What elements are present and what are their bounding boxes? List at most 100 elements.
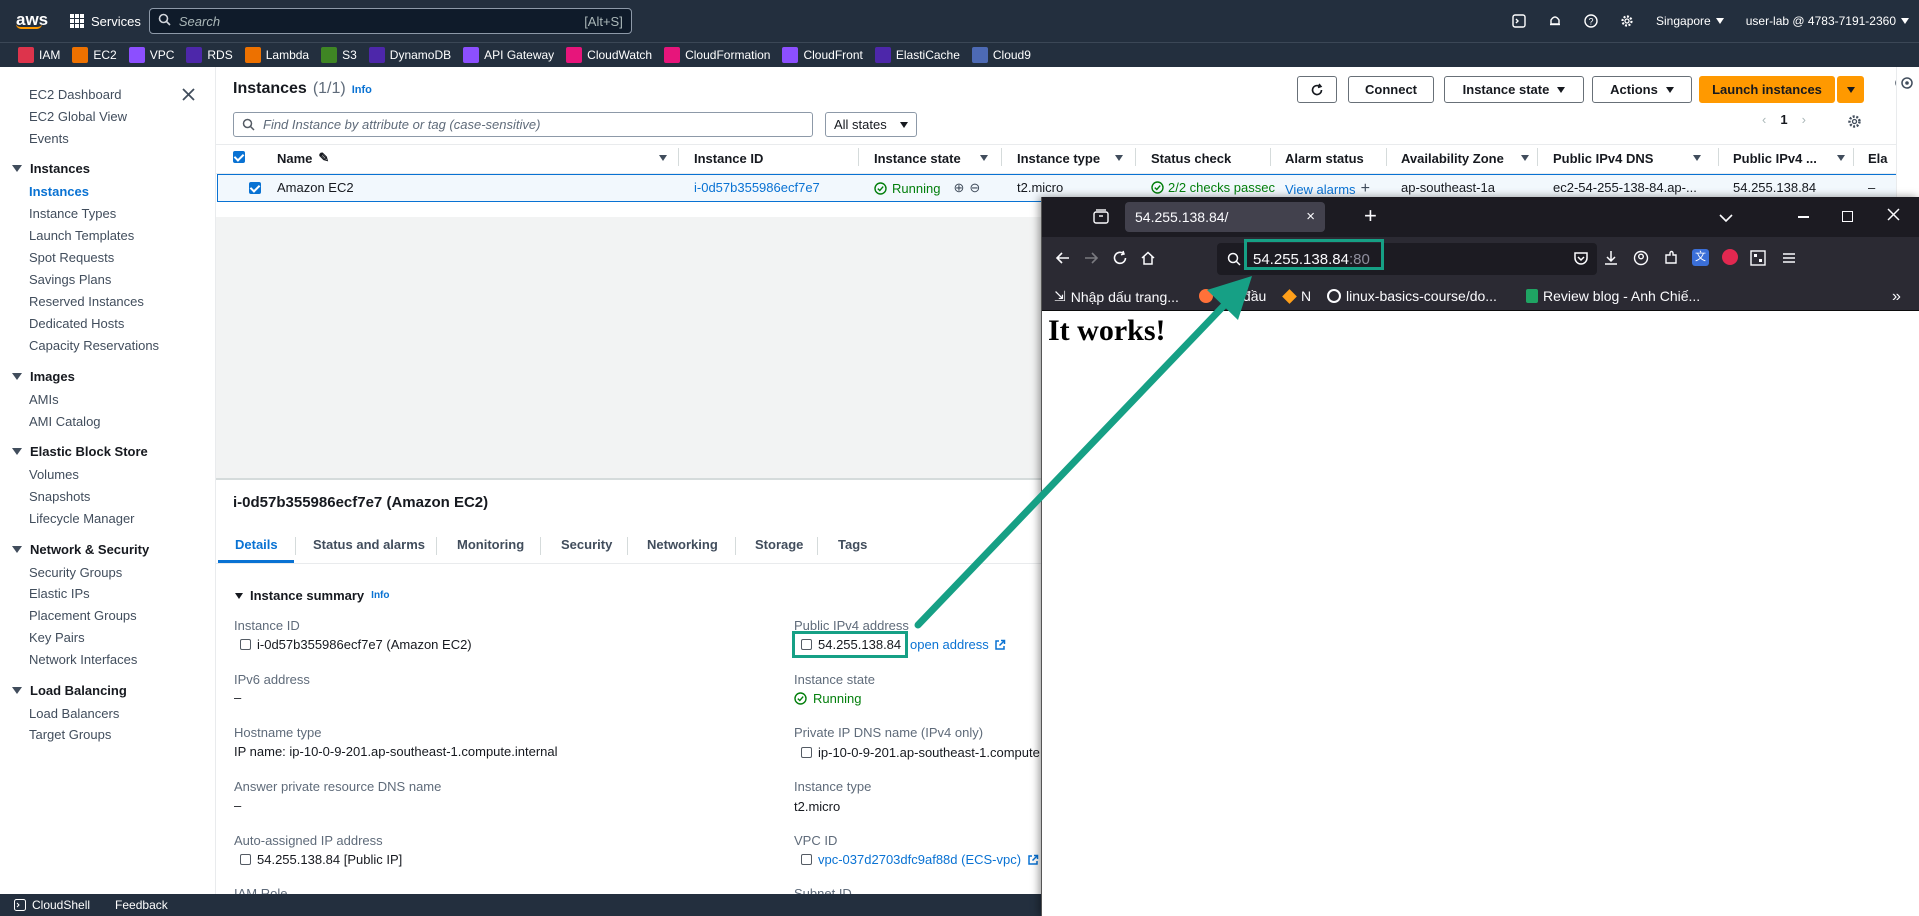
help-panel-icon[interactable] (1900, 76, 1914, 93)
tab-details[interactable]: Details (235, 537, 278, 552)
select-all-checkbox[interactable] (233, 151, 245, 163)
table-preferences-gear-icon[interactable] (1847, 114, 1862, 132)
tab-status-and-alarms[interactable]: Status and alarms (313, 537, 425, 552)
favorite-lambda[interactable]: Lambda (244, 47, 309, 63)
launch-instances-button[interactable]: Launch instances (1699, 76, 1835, 103)
account-menu[interactable]: user-lab @ 4783-7191-2360 (1746, 14, 1909, 28)
help-icon[interactable]: ? (1584, 14, 1598, 28)
sidebar-section-elastic-block-store[interactable]: Elastic Block Store (12, 444, 148, 459)
tab-storage[interactable]: Storage (755, 537, 803, 552)
sidebar-item-launch-templates[interactable]: Launch Templates (29, 228, 134, 243)
aws-logo[interactable]: aws (16, 11, 48, 29)
copy-icon[interactable] (798, 747, 812, 760)
downloads-icon[interactable] (1603, 250, 1619, 269)
home-icon[interactable] (1140, 250, 1156, 269)
close-window-icon[interactable] (1887, 208, 1900, 224)
column-header-status-check[interactable]: Status check (1151, 146, 1231, 170)
bookmark-getting-started[interactable]: Bắt đầu (1199, 288, 1266, 304)
favorite-cloudwatch[interactable]: CloudWatch (566, 47, 652, 63)
favorite-rds[interactable]: RDS (186, 47, 233, 63)
copy-icon[interactable] (237, 854, 251, 867)
favorite-iam[interactable]: IAM (18, 47, 60, 63)
feedback-button[interactable]: Feedback (115, 898, 168, 912)
column-header-instance-type[interactable]: Instance type (1017, 146, 1123, 170)
column-header-availability-zone[interactable]: Availability Zone (1401, 146, 1529, 170)
close-sidebar-icon[interactable] (182, 88, 195, 104)
favorite-ec2[interactable]: EC2 (72, 47, 117, 63)
hamburger-menu-icon[interactable] (1781, 250, 1797, 269)
new-tab-icon[interactable]: + (1364, 203, 1377, 229)
column-header-instance-id[interactable]: Instance ID (694, 146, 763, 170)
summary-info-link[interactable]: Info (371, 590, 389, 601)
column-header-name[interactable]: Name ✎ (277, 146, 667, 170)
back-arrow-icon[interactable] (1055, 250, 1071, 269)
sidebar-item-placement-groups[interactable]: Placement Groups (29, 608, 137, 623)
qr-extension-icon[interactable] (1750, 250, 1766, 269)
security-extension-icon[interactable] (1722, 249, 1738, 265)
refresh-button[interactable] (1297, 76, 1337, 103)
sidebar-item-instances[interactable]: Instances (29, 184, 89, 199)
zoom-out-icon[interactable]: ⊖ (969, 180, 980, 196)
region-selector[interactable]: Singapore (1656, 14, 1724, 28)
bookmark-review-blog[interactable]: Review blog - Anh Chiế... (1526, 288, 1700, 304)
extensions-icon[interactable] (1663, 250, 1679, 269)
tab-tags[interactable]: Tags (838, 537, 867, 552)
minimize-icon[interactable] (1798, 216, 1809, 218)
close-tab-icon[interactable]: × (1306, 208, 1315, 225)
launch-dropdown-button[interactable] (1837, 76, 1864, 103)
next-page-icon[interactable]: › (1802, 112, 1806, 127)
view-alarms-link[interactable]: View alarms (1285, 182, 1356, 197)
services-button[interactable]: Services (70, 14, 141, 29)
sidebar-item-key-pairs[interactable]: Key Pairs (29, 630, 85, 645)
state-filter-select[interactable]: All states (825, 112, 917, 137)
maximize-icon[interactable] (1842, 211, 1853, 222)
translate-extension-icon[interactable]: 文 (1692, 249, 1709, 266)
connect-button[interactable]: Connect (1348, 76, 1434, 103)
tab-monitoring[interactable]: Monitoring (457, 537, 524, 552)
column-header-alarm-status[interactable]: Alarm status (1285, 146, 1364, 170)
sidebar-section-images[interactable]: Images (12, 369, 75, 384)
bookmark-import[interactable]: ⇲ Nhập dấu trang... (1054, 288, 1179, 305)
sidebar-item-ec2-global-view[interactable]: EC2 Global View (29, 109, 127, 124)
search-input[interactable]: Search [Alt+S] (148, 8, 632, 34)
cloudshell-button[interactable]: CloudShell (14, 898, 90, 912)
sidebar-item-ami-catalog[interactable]: AMI Catalog (29, 414, 101, 429)
favorite-cloud9[interactable]: Cloud9 (971, 47, 1031, 63)
column-header-public-ipv4[interactable]: Public IPv4 ... (1733, 146, 1845, 170)
cloudshell-icon[interactable] (1512, 14, 1526, 28)
column-header-elastic-ip[interactable]: Ela (1868, 146, 1888, 170)
bookmark-n[interactable]: N (1282, 288, 1311, 304)
open-address-link[interactable]: open address (910, 637, 1006, 652)
cell-instance-id-link[interactable]: i-0d57b355986ecf7e7 (694, 180, 820, 195)
actions-button[interactable]: Actions (1592, 76, 1692, 103)
sidebar-item-network-interfaces[interactable]: Network Interfaces (29, 652, 137, 667)
sidebar-item-savings-plans[interactable]: Savings Plans (29, 272, 111, 287)
bookmark-linux-basics[interactable]: linux-basics-course/do... (1327, 288, 1497, 304)
instances-info-link[interactable]: Info (352, 84, 372, 96)
reload-icon[interactable] (1112, 250, 1128, 269)
notifications-bell-icon[interactable] (1548, 14, 1562, 28)
forward-arrow-icon[interactable] (1083, 250, 1099, 269)
copy-icon[interactable] (237, 639, 251, 652)
page-number[interactable]: 1 (1780, 112, 1787, 127)
tab-networking[interactable]: Networking (647, 537, 718, 552)
sidebar-section-network-security[interactable]: Network & Security (12, 542, 149, 557)
sidebar-item-events[interactable]: Events (29, 131, 69, 146)
favorite-cloudformation[interactable]: CloudFormation (664, 47, 770, 63)
account-icon[interactable] (1633, 250, 1649, 269)
settings-gear-icon[interactable] (1620, 14, 1634, 28)
sidebar-item-instance-types[interactable]: Instance Types (29, 206, 116, 221)
sidebar-item-load-balancers[interactable]: Load Balancers (29, 706, 119, 721)
prev-page-icon[interactable]: ‹ (1762, 112, 1766, 127)
tab-overview-icon[interactable] (1093, 209, 1109, 227)
sidebar-item-lifecycle-manager[interactable]: Lifecycle Manager (29, 511, 135, 526)
sidebar-item-amis[interactable]: AMIs (29, 392, 59, 407)
column-header-instance-state[interactable]: Instance state (874, 146, 988, 170)
sidebar-item-snapshots[interactable]: Snapshots (29, 489, 90, 504)
favorite-s3[interactable]: S3 (321, 47, 357, 63)
sidebar-item-security-groups[interactable]: Security Groups (29, 565, 122, 580)
tab-security[interactable]: Security (561, 537, 612, 552)
sidebar-item-capacity-reservations[interactable]: Capacity Reservations (29, 338, 159, 353)
browser-tab-active[interactable]: 54.255.138.84/ × (1125, 202, 1325, 232)
sidebar-item-elastic-ips[interactable]: Elastic IPs (29, 586, 90, 601)
